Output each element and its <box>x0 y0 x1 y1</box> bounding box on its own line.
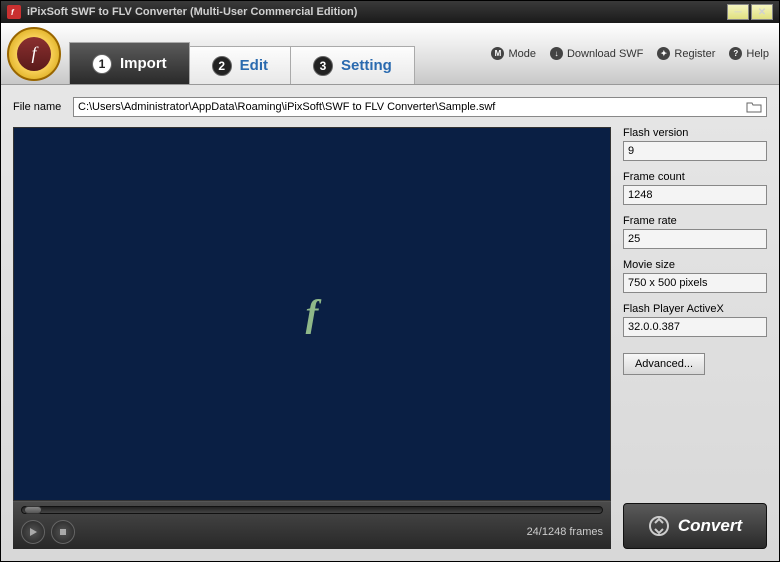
top-links: M Mode ↓ Download SWF ✦ Register ? Help <box>491 47 769 60</box>
key-icon: ✦ <box>657 47 670 60</box>
header: f 1 Import 2 Edit 3 Setting M Mode ↓ <box>1 23 779 85</box>
field-movie-size: Movie size 750 x 500 pixels <box>623 259 767 293</box>
tab-label: Setting <box>341 57 392 74</box>
browse-folder-icon[interactable] <box>746 100 762 114</box>
download-swf-link[interactable]: ↓ Download SWF <box>550 47 643 60</box>
link-label: Register <box>674 48 715 60</box>
field-flash-version: Flash version 9 <box>623 127 767 161</box>
help-icon: ? <box>729 47 742 60</box>
stop-icon <box>59 528 67 536</box>
tab-edit[interactable]: 2 Edit <box>189 46 291 84</box>
file-name-label: File name <box>13 101 73 113</box>
window-title: iPixSoft SWF to FLV Converter (Multi-Use… <box>27 6 357 18</box>
tab-number: 1 <box>92 54 112 74</box>
download-icon: ↓ <box>550 47 563 60</box>
app-icon: f <box>7 5 21 19</box>
flash-version-value: 9 <box>623 141 767 161</box>
minimize-button[interactable]: ─ <box>727 4 749 20</box>
convert-icon <box>648 515 670 537</box>
field-label: Flash version <box>623 127 767 139</box>
frame-rate-value: 25 <box>623 229 767 249</box>
field-frame-count: Frame count 1248 <box>623 171 767 205</box>
stop-button[interactable] <box>51 520 75 544</box>
mode-icon: M <box>491 47 504 60</box>
window-controls: ─ ✕ <box>725 4 773 20</box>
tab-setting[interactable]: 3 Setting <box>290 46 415 84</box>
seek-thumb[interactable] <box>24 506 42 514</box>
file-row: File name C:\Users\Administrator\AppData… <box>13 97 767 117</box>
app-window: f iPixSoft SWF to FLV Converter (Multi-U… <box>0 0 780 562</box>
control-row: 24/1248 frames <box>21 520 603 544</box>
field-activex: Flash Player ActiveX 32.0.0.387 <box>623 303 767 337</box>
link-label: Download SWF <box>567 48 643 60</box>
tab-number: 3 <box>313 56 333 76</box>
tab-label: Import <box>120 55 167 72</box>
svg-text:f: f <box>11 8 15 17</box>
field-label: Frame rate <box>623 215 767 227</box>
content-area: File name C:\Users\Administrator\AppData… <box>1 85 779 561</box>
field-label: Frame count <box>623 171 767 183</box>
flash-preview: f <box>13 127 611 501</box>
close-button[interactable]: ✕ <box>751 4 773 20</box>
file-path-text: C:\Users\Administrator\AppData\Roaming\i… <box>78 101 495 113</box>
step-tabs: 1 Import 2 Edit 3 Setting <box>69 42 414 84</box>
field-label: Flash Player ActiveX <box>623 303 767 315</box>
register-link[interactable]: ✦ Register <box>657 47 715 60</box>
info-panel: Flash version 9 Frame count 1248 Frame r… <box>623 127 767 549</box>
tab-label: Edit <box>240 57 268 74</box>
mode-link[interactable]: M Mode <box>491 47 536 60</box>
convert-button[interactable]: Convert <box>623 503 767 549</box>
tab-import[interactable]: 1 Import <box>69 42 190 84</box>
player-controls: 24/1248 frames <box>13 501 611 549</box>
file-path-input[interactable]: C:\Users\Administrator\AppData\Roaming\i… <box>73 97 767 117</box>
field-frame-rate: Frame rate 25 <box>623 215 767 249</box>
help-link[interactable]: ? Help <box>729 47 769 60</box>
field-label: Movie size <box>623 259 767 271</box>
advanced-button[interactable]: Advanced... <box>623 353 705 375</box>
link-label: Help <box>746 48 769 60</box>
tab-number: 2 <box>212 56 232 76</box>
flash-logo-icon: f <box>306 292 319 336</box>
seek-slider[interactable] <box>21 506 603 514</box>
play-icon <box>28 527 38 537</box>
activex-value: 32.0.0.387 <box>623 317 767 337</box>
play-button[interactable] <box>21 520 45 544</box>
preview-column: f 24/1248 frames <box>13 127 611 549</box>
frame-count-value: 1248 <box>623 185 767 205</box>
movie-size-value: 750 x 500 pixels <box>623 273 767 293</box>
main-area: f 24/1248 frames <box>13 127 767 549</box>
app-logo: f <box>7 27 61 81</box>
titlebar: f iPixSoft SWF to FLV Converter (Multi-U… <box>1 1 779 23</box>
frame-counter: 24/1248 frames <box>527 526 603 538</box>
convert-label: Convert <box>678 516 742 536</box>
link-label: Mode <box>508 48 536 60</box>
